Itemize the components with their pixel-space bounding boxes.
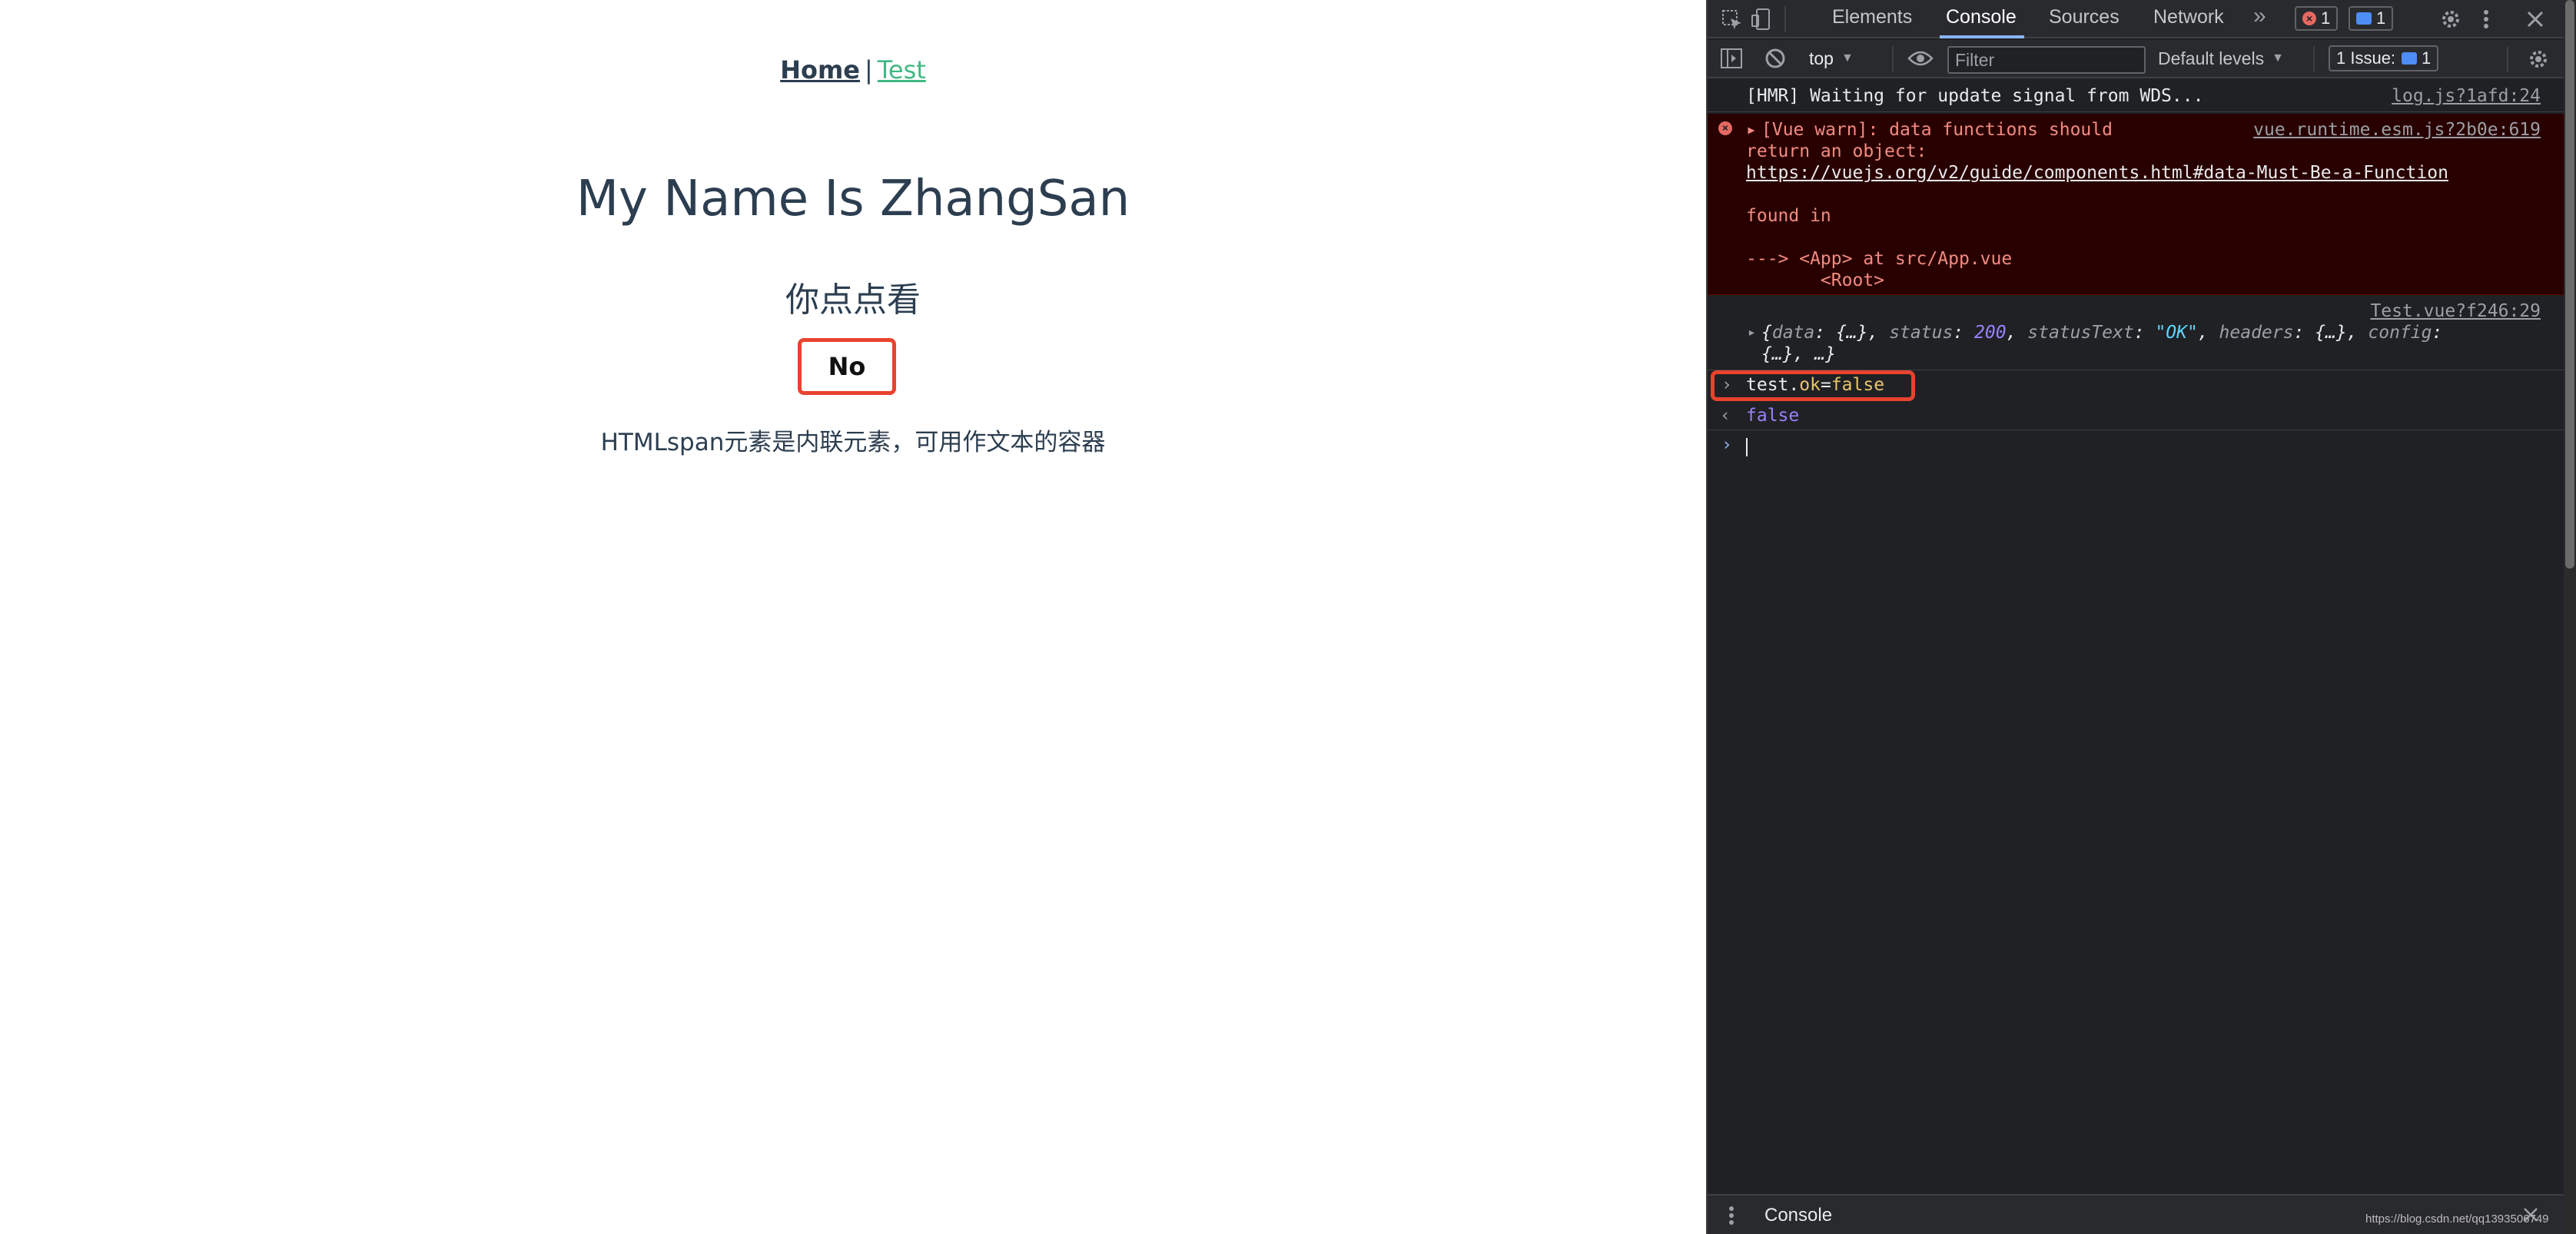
input-highlight-box (1711, 370, 1915, 401)
issues-label: 1 Issue: (2336, 48, 2396, 68)
text-cursor (1746, 438, 1748, 456)
tab-elements[interactable]: Elements (1832, 6, 1912, 28)
nav-bar: Home | Test (0, 55, 1706, 85)
context-selector-label: top (1809, 48, 1834, 68)
sidebar-toggle-icon[interactable] (1720, 48, 1743, 69)
more-tabs-icon[interactable]: » (2253, 3, 2266, 29)
close-devtools-icon[interactable] (2525, 9, 2545, 29)
hmr-message-text: [HMR] Waiting for update signal from WDS… (1746, 86, 2204, 106)
issues-count: 1 (2422, 48, 2432, 68)
app-page: Home | Test My Name Is ZhangSan 你点点看 No HT… (0, 0, 1706, 1234)
devtools-tab-bar: Elements Console Sources Network » × 1 1 (1708, 0, 2576, 38)
error-count: 1 (2321, 8, 2331, 28)
issue-message-icon (2402, 52, 2418, 65)
toolbar-divider (2313, 46, 2315, 72)
warn-docs-link[interactable]: https://vuejs.org/v2/guide/components.ht… (1746, 163, 2448, 183)
console-toolbar: top ▼ Default levels ▼ 1 Issue: 1 (1708, 40, 2576, 78)
console-result-entry: ‹ false (1708, 401, 2576, 430)
warn-trace-root: <Root> (1746, 270, 1885, 290)
nav-link-home[interactable]: Home (780, 55, 860, 85)
console-settings-gear-icon[interactable] (2527, 48, 2550, 71)
device-toolbar-icon[interactable] (1751, 8, 1772, 31)
message-icon (2356, 12, 2372, 25)
warn-found-in: found in (1746, 206, 1831, 226)
error-count-badge[interactable]: × 1 (2295, 6, 2339, 31)
hmr-source-link[interactable]: log.js?1afd:24 (2392, 86, 2541, 106)
log-levels-label: Default levels (2158, 48, 2265, 68)
no-button-label: No (828, 352, 866, 381)
live-expression-eye-icon[interactable] (1907, 49, 1934, 68)
chevron-down-icon: ▼ (1841, 51, 1854, 65)
prompt-chevron-icon: › (1721, 435, 1732, 455)
scrollbar-thumb[interactable] (2565, 0, 2574, 569)
chevron-down-icon: ▼ (2272, 51, 2284, 65)
tab-sources[interactable]: Sources (2049, 6, 2120, 28)
issues-badge[interactable]: 1 Issue: 1 (2329, 45, 2439, 71)
toolbar-divider (1892, 46, 1894, 72)
expand-arrow-icon[interactable]: ▸ (1746, 120, 1757, 140)
log-source-link[interactable]: Test.vue?f246:29 (2370, 301, 2541, 321)
context-selector[interactable]: top ▼ (1809, 45, 1854, 72)
log-levels-dropdown[interactable]: Default levels ▼ (2158, 45, 2284, 72)
response-object-preview-cont: {…}, …} (1761, 344, 1836, 364)
response-object-preview[interactable]: {data: {…}, status: 200, statusText: "OK… (1761, 323, 2442, 343)
console-message-hmr: [HMR] Waiting for update signal from WDS… (1708, 80, 2576, 112)
warn-source-link[interactable]: vue.runtime.esm.js?2b0e:619 (2253, 120, 2541, 140)
toolbar-divider (2507, 46, 2508, 72)
clear-console-icon[interactable] (1764, 48, 1786, 69)
span-description: HTMLspan元素是内联元素，可用作文本的容器 (600, 429, 1106, 456)
page-title: My Name Is ZhangSan (576, 171, 1130, 227)
warn-trace-app: ---> <App> at src/App.vue (1746, 249, 2013, 269)
console-message-response-object: Test.vue?f246:29 ▸ {data: {…}, status: 2… (1708, 297, 2576, 370)
toolbar-divider (1784, 6, 1786, 32)
nav-link-test[interactable]: Test (878, 55, 926, 85)
console-messages: [HMR] Waiting for update signal from WDS… (1708, 80, 2576, 1194)
drawer-menu-icon[interactable] (1728, 1205, 1735, 1226)
nav-separator: | (865, 55, 873, 85)
drawer-tab-console[interactable]: Console (1764, 1205, 1832, 1226)
console-prompt[interactable]: › (1708, 430, 2576, 461)
settings-gear-icon[interactable] (2439, 8, 2462, 31)
console-message-vue-warn: × ▸ [Vue warn]: data functions should vu… (1708, 114, 2576, 295)
devtools-panel: Elements Console Sources Network » ×1 1 (1706, 0, 2576, 1234)
message-count: 1 (2376, 8, 2386, 28)
more-options-icon[interactable] (2481, 8, 2491, 31)
tab-network[interactable]: Network (2153, 6, 2224, 28)
no-button[interactable]: No (798, 338, 896, 395)
result-arrow-icon: ‹ (1720, 406, 1731, 426)
watermark-text: https://blog.csdn.net/qq1393506749 (2365, 1212, 2549, 1226)
warn-line-2: return an object: (1746, 141, 1927, 161)
expand-arrow-icon[interactable]: ▸ (1748, 324, 1756, 340)
error-icon: × (2302, 12, 2316, 25)
tab-console[interactable]: Console (1946, 6, 2017, 28)
warn-line-1: [Vue warn]: data functions should (1761, 120, 2113, 140)
error-icon: × (1718, 121, 1732, 135)
active-tab-indicator (1940, 35, 2024, 38)
result-value: false (1746, 406, 1800, 426)
filter-input[interactable] (1947, 46, 2146, 74)
message-count-badge[interactable]: 1 (2349, 6, 2394, 31)
inspect-element-icon[interactable] (1721, 9, 1743, 31)
page-subtitle: 你点点看 (785, 280, 921, 320)
